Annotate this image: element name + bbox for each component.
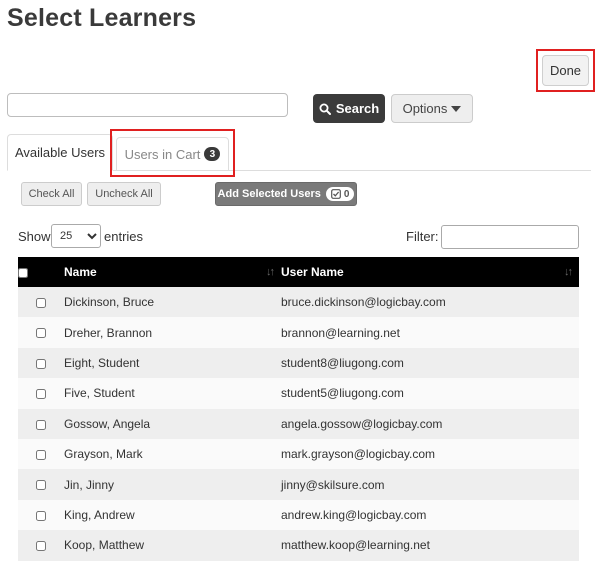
selected-count: 0 bbox=[343, 188, 350, 200]
row-checkbox-cell bbox=[18, 347, 64, 379]
page-title: Select Learners bbox=[7, 4, 197, 32]
sort-icon: ↓↑ bbox=[564, 266, 573, 278]
row-checkbox[interactable] bbox=[36, 328, 46, 339]
row-checkbox[interactable] bbox=[36, 480, 46, 491]
username-cell: andrew.king@logicbay.com bbox=[281, 499, 579, 531]
table-row[interactable]: Koop, Matthew matthew.koop@learning.net bbox=[18, 530, 579, 561]
search-input[interactable] bbox=[7, 93, 288, 117]
caret-down-icon bbox=[451, 105, 462, 112]
table-row[interactable]: Eight, Student student8@liugong.com bbox=[18, 347, 579, 379]
name-column-header[interactable]: Name ↓↑ bbox=[64, 257, 281, 287]
entries-label: entries bbox=[104, 229, 144, 244]
row-checkbox-cell bbox=[18, 438, 64, 470]
row-checkbox[interactable] bbox=[36, 510, 46, 521]
table-row[interactable]: Jin, Jinny jinny@skilsure.com bbox=[18, 469, 579, 500]
name-cell: King, Andrew bbox=[64, 499, 281, 531]
check-all-button[interactable]: Check All bbox=[21, 182, 82, 206]
username-cell: bruce.dickinson@logicbay.com bbox=[281, 287, 579, 318]
username-cell: student5@liugong.com bbox=[281, 378, 579, 409]
name-column-label: Name bbox=[64, 265, 97, 279]
username-cell: mark.grayson@logicbay.com bbox=[281, 438, 579, 470]
done-highlight: Done bbox=[536, 49, 595, 92]
search-button-label: Search bbox=[335, 101, 380, 116]
tab-available-users[interactable]: Available Users bbox=[7, 134, 113, 171]
table-row[interactable]: Dreher, Brannon brannon@learning.net bbox=[18, 317, 579, 348]
name-cell: Dreher, Brannon bbox=[64, 317, 281, 348]
row-checkbox-cell bbox=[18, 317, 64, 348]
row-checkbox-cell bbox=[18, 287, 64, 318]
users-table: Name ↓↑ User Name ↓↑ Dickinson, Bruce bru… bbox=[18, 257, 579, 561]
row-checkbox[interactable] bbox=[36, 358, 46, 369]
table-row[interactable]: Dickinson, Bruce bruce.dickinson@logicbay… bbox=[18, 287, 579, 318]
username-cell: angela.gossow@logicbay.com bbox=[281, 408, 579, 439]
sort-icon: ↓↑ bbox=[266, 266, 275, 278]
select-all-checkbox[interactable] bbox=[18, 267, 28, 278]
options-button-label: Options bbox=[402, 101, 448, 116]
username-column-header[interactable]: User Name ↓↑ bbox=[281, 257, 579, 287]
cart-count-badge: 3 bbox=[204, 147, 221, 161]
row-checkbox-cell bbox=[18, 499, 64, 531]
name-cell: Gossow, Angela bbox=[64, 408, 281, 439]
username-cell: jinny@skilsure.com bbox=[281, 469, 579, 500]
table-row[interactable]: Grayson, Mark mark.grayson@logicbay.com bbox=[18, 438, 579, 470]
cart-tab-highlight: Users in Cart 3 bbox=[110, 129, 235, 177]
row-checkbox[interactable] bbox=[36, 419, 46, 430]
table-row[interactable]: Gossow, Angela angela.gossow@logicbay.com bbox=[18, 408, 579, 439]
selected-count-pill: 0 bbox=[325, 187, 355, 201]
page-size-select[interactable]: 25 bbox=[51, 224, 101, 248]
username-cell: matthew.koop@learning.net bbox=[281, 530, 579, 561]
add-selected-users-button[interactable]: Add Selected Users 0 bbox=[215, 182, 357, 206]
username-cell: brannon@learning.net bbox=[281, 317, 579, 348]
name-cell: Grayson, Mark bbox=[64, 438, 281, 470]
username-column-label: User Name bbox=[281, 265, 344, 279]
table-header-row: Name ↓↑ User Name ↓↑ bbox=[18, 257, 579, 287]
name-cell: Koop, Matthew bbox=[64, 530, 281, 561]
options-button[interactable]: Options bbox=[391, 94, 473, 123]
filter-input[interactable] bbox=[441, 225, 579, 249]
select-all-header bbox=[18, 257, 64, 287]
tab-users-in-cart-label: Users in Cart bbox=[124, 146, 201, 162]
username-cell: student8@liugong.com bbox=[281, 347, 579, 379]
search-icon bbox=[319, 103, 331, 115]
uncheck-all-button[interactable]: Uncheck All bbox=[87, 182, 161, 206]
table-row[interactable]: King, Andrew andrew.king@logicbay.com bbox=[18, 499, 579, 531]
checkbox-icon bbox=[330, 189, 341, 199]
row-checkbox-cell bbox=[18, 408, 64, 439]
tab-users-in-cart[interactable]: Users in Cart 3 bbox=[116, 137, 229, 171]
row-checkbox-cell bbox=[18, 469, 64, 500]
table-row[interactable]: Five, Student student5@liugong.com bbox=[18, 378, 579, 409]
add-selected-users-label: Add Selected Users bbox=[217, 188, 321, 200]
show-label: Show bbox=[18, 229, 51, 244]
row-checkbox[interactable] bbox=[36, 389, 46, 400]
search-button[interactable]: Search bbox=[313, 94, 385, 123]
row-checkbox[interactable] bbox=[36, 298, 46, 309]
row-checkbox-cell bbox=[18, 530, 64, 561]
name-cell: Jin, Jinny bbox=[64, 469, 281, 500]
name-cell: Dickinson, Bruce bbox=[64, 287, 281, 318]
name-cell: Eight, Student bbox=[64, 347, 281, 379]
row-checkbox-cell bbox=[18, 378, 64, 409]
filter-label: Filter: bbox=[406, 229, 439, 244]
row-checkbox[interactable] bbox=[36, 541, 46, 552]
name-cell: Five, Student bbox=[64, 378, 281, 409]
done-button[interactable]: Done bbox=[542, 55, 589, 86]
row-checkbox[interactable] bbox=[36, 449, 46, 460]
